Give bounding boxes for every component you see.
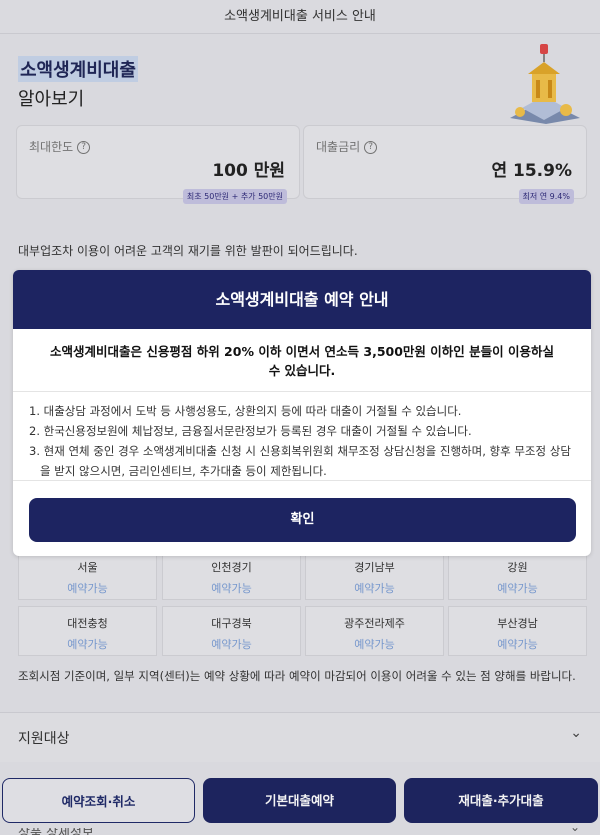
list-item: 2. 한국신용정보원에 체납정보, 금융질서문란정보가 등록된 경우 대출이 거… — [29, 424, 472, 438]
divider — [13, 480, 591, 481]
modal-title: 소액생계비대출 예약 안내 — [13, 270, 591, 329]
confirm-button[interactable]: 확인 — [29, 498, 576, 542]
modal-lead-text: 소액생계비대출은 신용평점 하위 20% 이하 이면서 연소득 3,500만원 … — [50, 344, 554, 378]
modal-notice-list: 1. 대출상담 과정에서 도박 등 사행성용도, 상환의지 등에 따라 대출이 … — [13, 392, 591, 481]
list-item: 1. 대출상담 과정에서 도박 등 사행성용도, 상환의지 등에 따라 대출이 … — [29, 404, 462, 418]
list-item: 3. 현재 연체 중인 경우 소액생계비대출 신청 시 신용회복위원회 채무조정… — [29, 444, 571, 478]
reservation-notice-modal: 소액생계비대출 예약 안내 소액생계비대출은 신용평점 하위 20% 이하 이면… — [13, 270, 591, 556]
